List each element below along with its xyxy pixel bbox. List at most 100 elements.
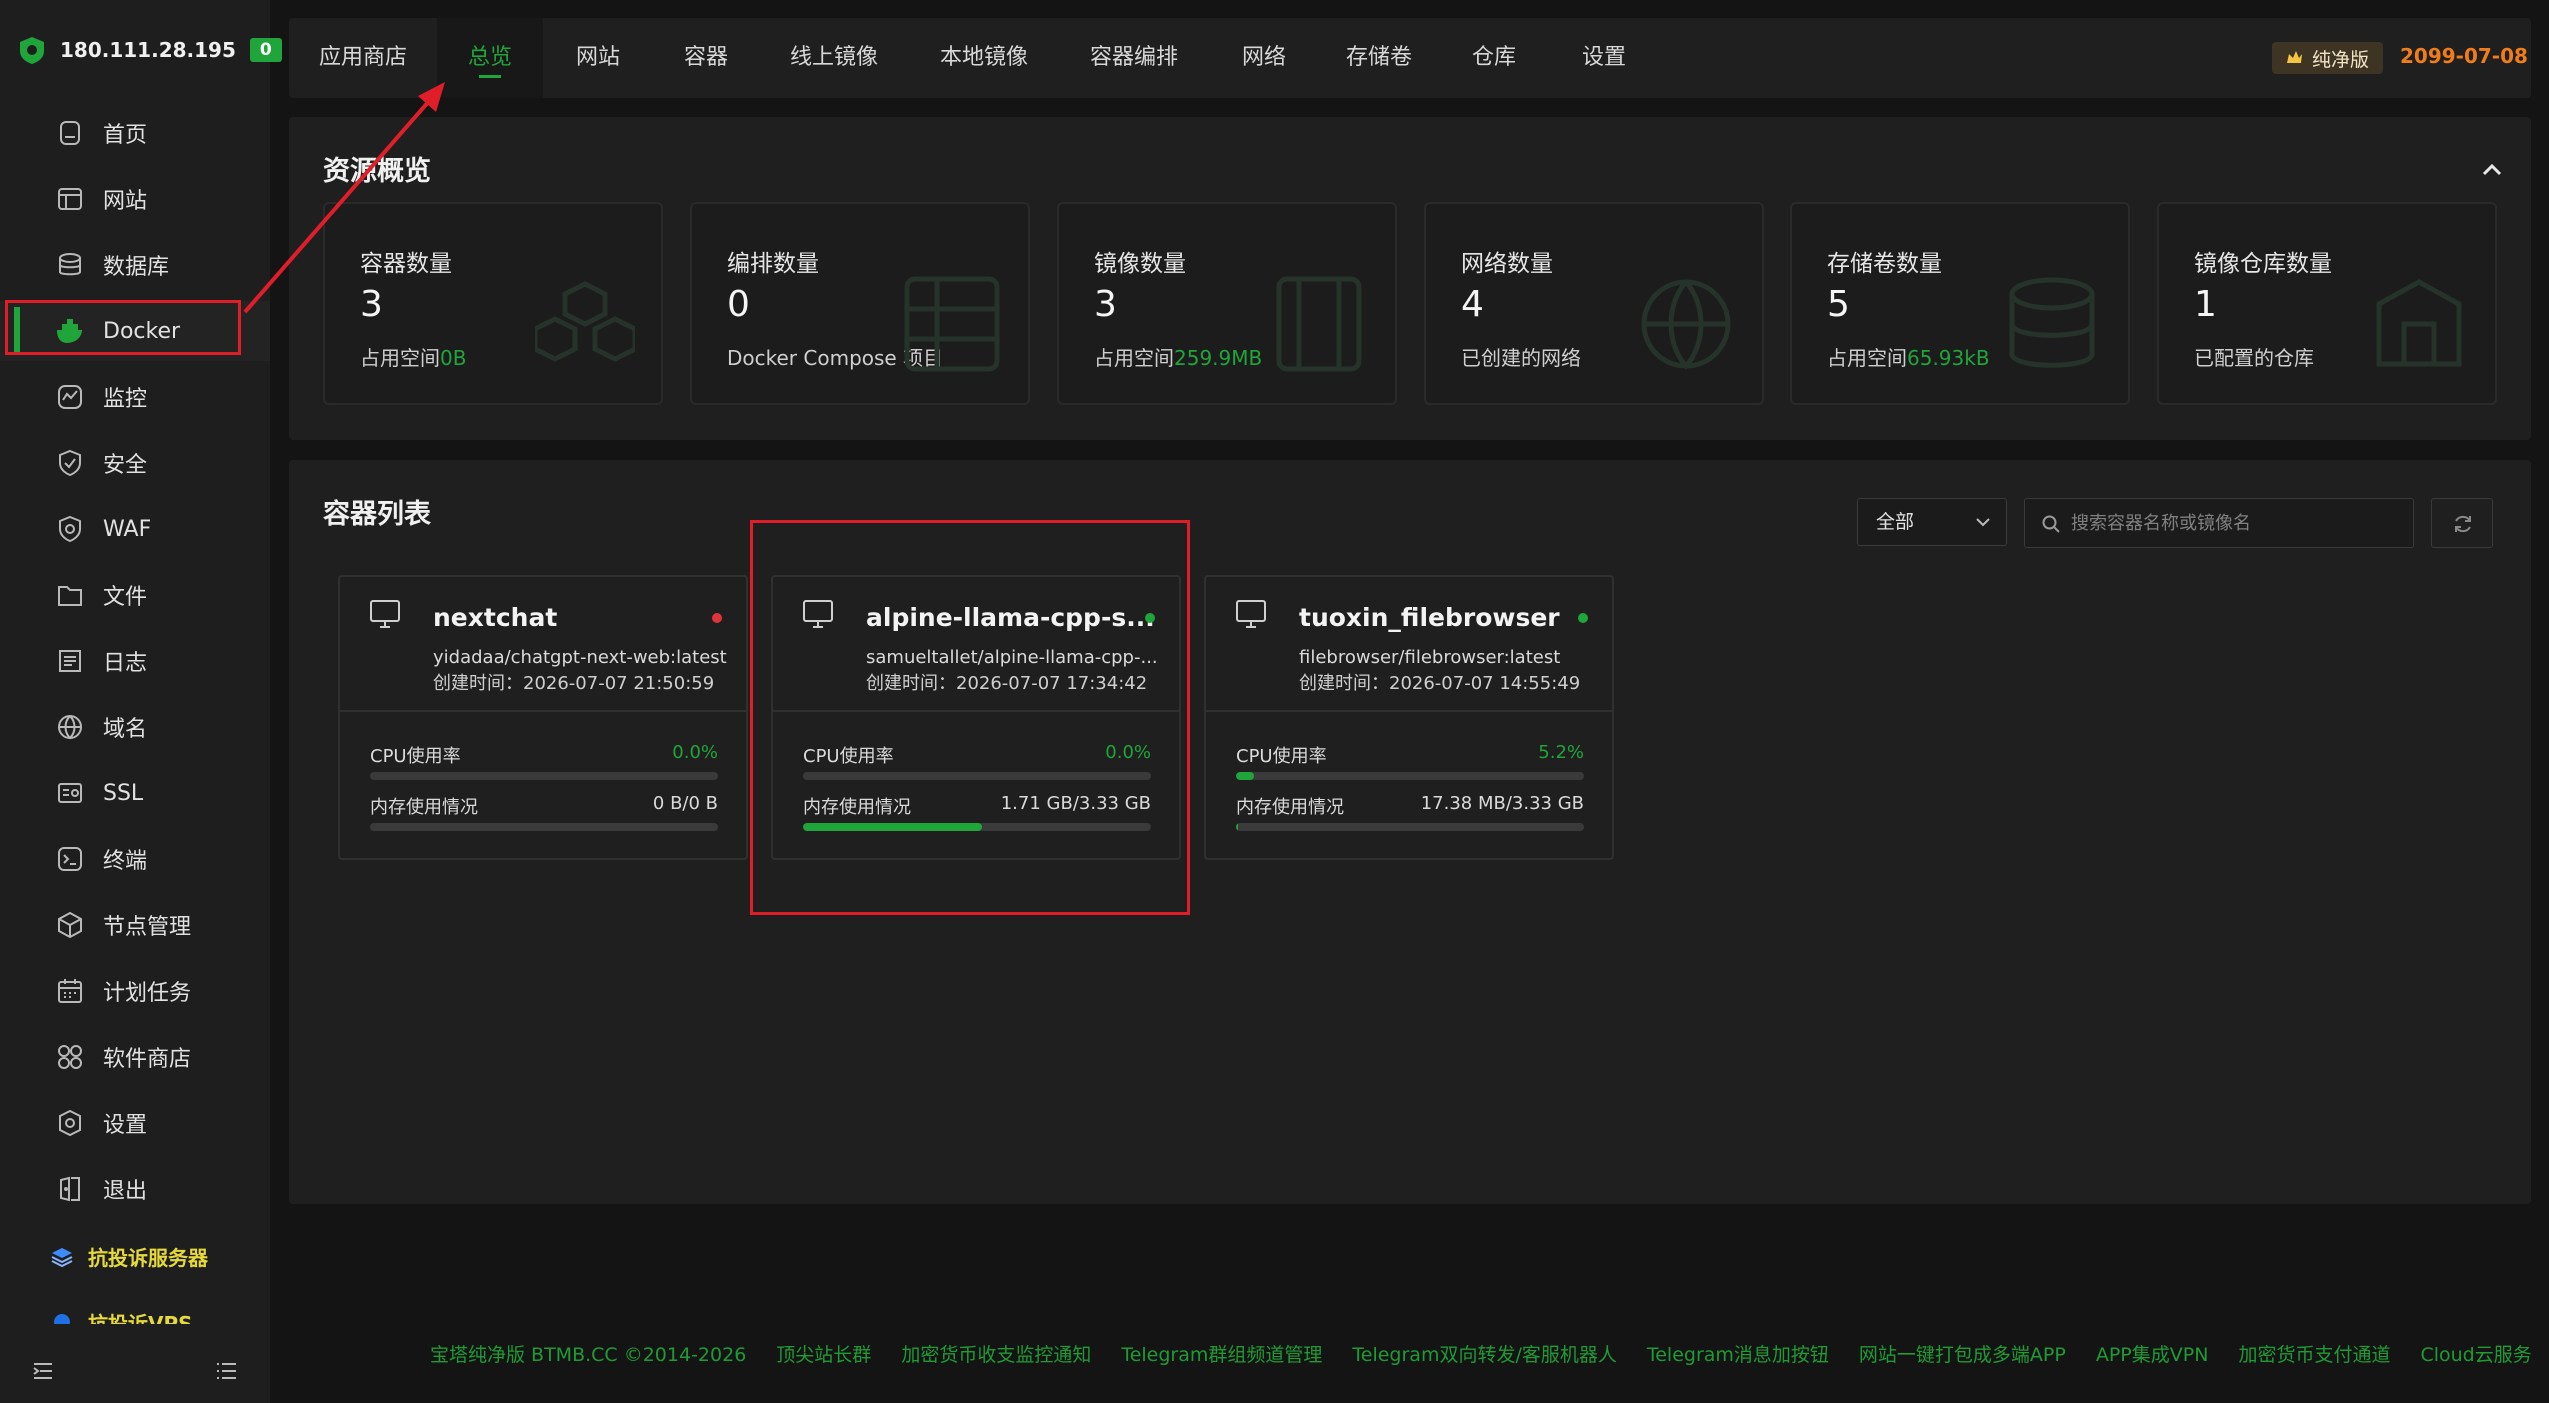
- apps-icon: [58, 1045, 82, 1069]
- mem-bar: [803, 823, 1151, 831]
- status-filter-value: 全部: [1876, 511, 1915, 533]
- container-card[interactable]: tuoxin_filebrowser filebrowser/filebrowse…: [1204, 575, 1614, 860]
- sidebar-item-1[interactable]: 网站: [0, 169, 270, 229]
- sidebar-item-10[interactable]: SSL: [0, 763, 270, 823]
- footer-link[interactable]: Telegram群组频道管理: [1121, 1340, 1322, 1367]
- stat-card[interactable]: 容器数量 3 占用空间0B: [323, 202, 663, 405]
- stat-card-value: 0: [727, 284, 750, 325]
- registry-icon: [2376, 279, 2462, 367]
- sidebar-item-2[interactable]: 数据库: [0, 235, 270, 295]
- docker-tab-bar: 应用商店 总览 网站 容器 线上镜像 本地镜像 容器编排 网络 存储卷 仓库 设置: [289, 18, 2531, 98]
- refresh-button[interactable]: [2431, 498, 2493, 548]
- stat-card-label: 网络数量: [1461, 251, 1553, 277]
- mem-label: 内存使用情况: [803, 797, 911, 818]
- cpu-label: CPU使用率: [1236, 746, 1327, 767]
- container-card[interactable]: nextchat yidadaa/chatgpt-next-web:latest 创…: [338, 575, 748, 860]
- mem-bar: [1236, 823, 1584, 831]
- list-menu-icon[interactable]: [214, 1358, 240, 1384]
- sidebar-item-9[interactable]: 域名: [0, 697, 270, 757]
- server-ip: 180.111.28.195: [60, 38, 236, 62]
- monitor-icon: [1236, 600, 1266, 628]
- image-icon: [1276, 276, 1362, 372]
- tab-6[interactable]: 容器编排: [1059, 18, 1209, 98]
- sidebar-item-8[interactable]: 日志: [0, 631, 270, 691]
- footer-link[interactable]: Telegram消息加按钮: [1647, 1340, 1829, 1367]
- mem-bar-fill: [803, 823, 982, 831]
- sidebar-item-12[interactable]: 节点管理: [0, 895, 270, 955]
- container-search-input[interactable]: [2071, 499, 2401, 547]
- footer-link[interactable]: APP集成VPN: [2096, 1340, 2209, 1367]
- stat-card-label: 容器数量: [360, 251, 452, 277]
- sidebar-item-14[interactable]: 软件商店: [0, 1027, 270, 1087]
- footer-link[interactable]: Cloud云服务: [2420, 1340, 2531, 1367]
- sidebar-item-16[interactable]: 退出: [0, 1159, 270, 1219]
- log-icon: [59, 650, 81, 672]
- stat-card[interactable]: 镜像数量 3 占用空间259.9MB: [1057, 202, 1397, 405]
- promo-vps-label: 抗投诉VPS: [88, 1312, 193, 1324]
- container-name[interactable]: tuoxin_filebrowser: [1299, 603, 1560, 632]
- sidebar-item-13[interactable]: 计划任务: [0, 961, 270, 1021]
- edition-badge[interactable]: 纯净版: [2272, 42, 2384, 74]
- cpu-bar-fill: [1236, 772, 1255, 780]
- sidebar-item-label: 计划任务: [103, 981, 192, 1006]
- app-root: 180.111.28.195 0 首页 网站 数据库 Docker 监控 安全 WAF 文件日…: [0, 0, 2549, 1403]
- tab-10[interactable]: 设置: [1549, 18, 1659, 98]
- stat-card-sub: 占用空间0B: [360, 346, 467, 370]
- container-card[interactable]: alpine-llama-cpp-s... samueltallet/alpine…: [771, 575, 1181, 860]
- server-header: 180.111.28.195 0: [18, 30, 282, 70]
- tab-2[interactable]: 网站: [543, 18, 653, 98]
- footer-link[interactable]: 宝塔纯净版 BTMB.CC ©2014-2026: [430, 1340, 746, 1367]
- footer-link[interactable]: 加密货币收支监控通知: [901, 1340, 1091, 1367]
- tab-1[interactable]: 总览: [437, 18, 543, 98]
- sidebar-item-5[interactable]: 安全: [0, 433, 270, 493]
- terminal-icon: [58, 847, 82, 871]
- footer-link[interactable]: 顶尖站长群: [776, 1340, 871, 1367]
- crown-icon: [2287, 51, 2302, 63]
- stat-card-sub: 已配置的仓库: [2194, 346, 2314, 370]
- stat-card[interactable]: 网络数量 4 已创建的网络: [1424, 202, 1764, 405]
- sidebar-item-3[interactable]: Docker: [0, 301, 270, 361]
- sidebar-item-6[interactable]: WAF: [0, 499, 270, 559]
- cpu-bar: [370, 772, 718, 780]
- stat-card[interactable]: 镜像仓库数量 1 已配置的仓库: [2157, 202, 2497, 405]
- sidebar-item-label: 退出: [103, 1179, 148, 1204]
- tab-0[interactable]: 应用商店: [289, 18, 437, 98]
- collapse-menu-icon[interactable]: [30, 1358, 56, 1384]
- tab-5[interactable]: 本地镜像: [909, 18, 1059, 98]
- container-name[interactable]: nextchat: [433, 603, 557, 632]
- sidebar-item-15[interactable]: 设置: [0, 1093, 270, 1153]
- footer-link[interactable]: 网站一键打包成多端APP: [1859, 1340, 2066, 1367]
- sidebar-item-11[interactable]: 终端: [0, 829, 270, 889]
- tab-3[interactable]: 容器: [653, 18, 759, 98]
- mem-value: 1.71 GB/3.33 GB: [1000, 793, 1151, 814]
- footer-link[interactable]: Telegram双向转发/客服机器人: [1352, 1340, 1616, 1367]
- tab-9[interactable]: 仓库: [1439, 18, 1549, 98]
- status-dot: [712, 613, 722, 623]
- stat-card[interactable]: 编排数量 0 Docker Compose 项目: [690, 202, 1030, 405]
- expire-date: 2099-07-08: [2400, 44, 2528, 68]
- tab-8[interactable]: 存储卷: [1319, 18, 1439, 98]
- mem-label: 内存使用情况: [370, 797, 478, 818]
- cpu-value: 0.0%: [672, 742, 718, 763]
- promo-server-link[interactable]: 抗投诉服务器: [50, 1242, 208, 1271]
- sidebar-item-4[interactable]: 监控: [0, 367, 270, 427]
- overview-panel: 资源概览 容器数量 3 占用空间0B 编排数量 0 Docker Compose 项目 镜像…: [289, 117, 2531, 440]
- boxes-icon: [535, 281, 635, 362]
- server-badge[interactable]: 0: [249, 38, 282, 62]
- promo-vps-link[interactable]: 抗投诉VPS: [50, 1308, 193, 1324]
- sidebar-item-label: SSL: [103, 780, 144, 806]
- stat-card-value: 3: [360, 284, 383, 325]
- sidebar-item-7[interactable]: 文件: [0, 565, 270, 625]
- sidebar-item-0[interactable]: 首页: [0, 103, 270, 163]
- chevron-up-icon[interactable]: [2479, 157, 2505, 183]
- container-search[interactable]: [2024, 498, 2414, 548]
- chevron-down-icon: [1976, 518, 1990, 527]
- status-filter-select[interactable]: 全部: [1857, 498, 2007, 546]
- footer-link[interactable]: 加密货币支付通道: [2238, 1340, 2390, 1367]
- stat-card[interactable]: 存储卷数量 5 占用空间65.93kB: [1790, 202, 2130, 405]
- mem-label: 内存使用情况: [1236, 797, 1344, 818]
- tab-4[interactable]: 线上镜像: [759, 18, 909, 98]
- container-name[interactable]: alpine-llama-cpp-s...: [866, 603, 1155, 632]
- tab-7[interactable]: 网络: [1209, 18, 1319, 98]
- status-dot: [1145, 613, 1155, 623]
